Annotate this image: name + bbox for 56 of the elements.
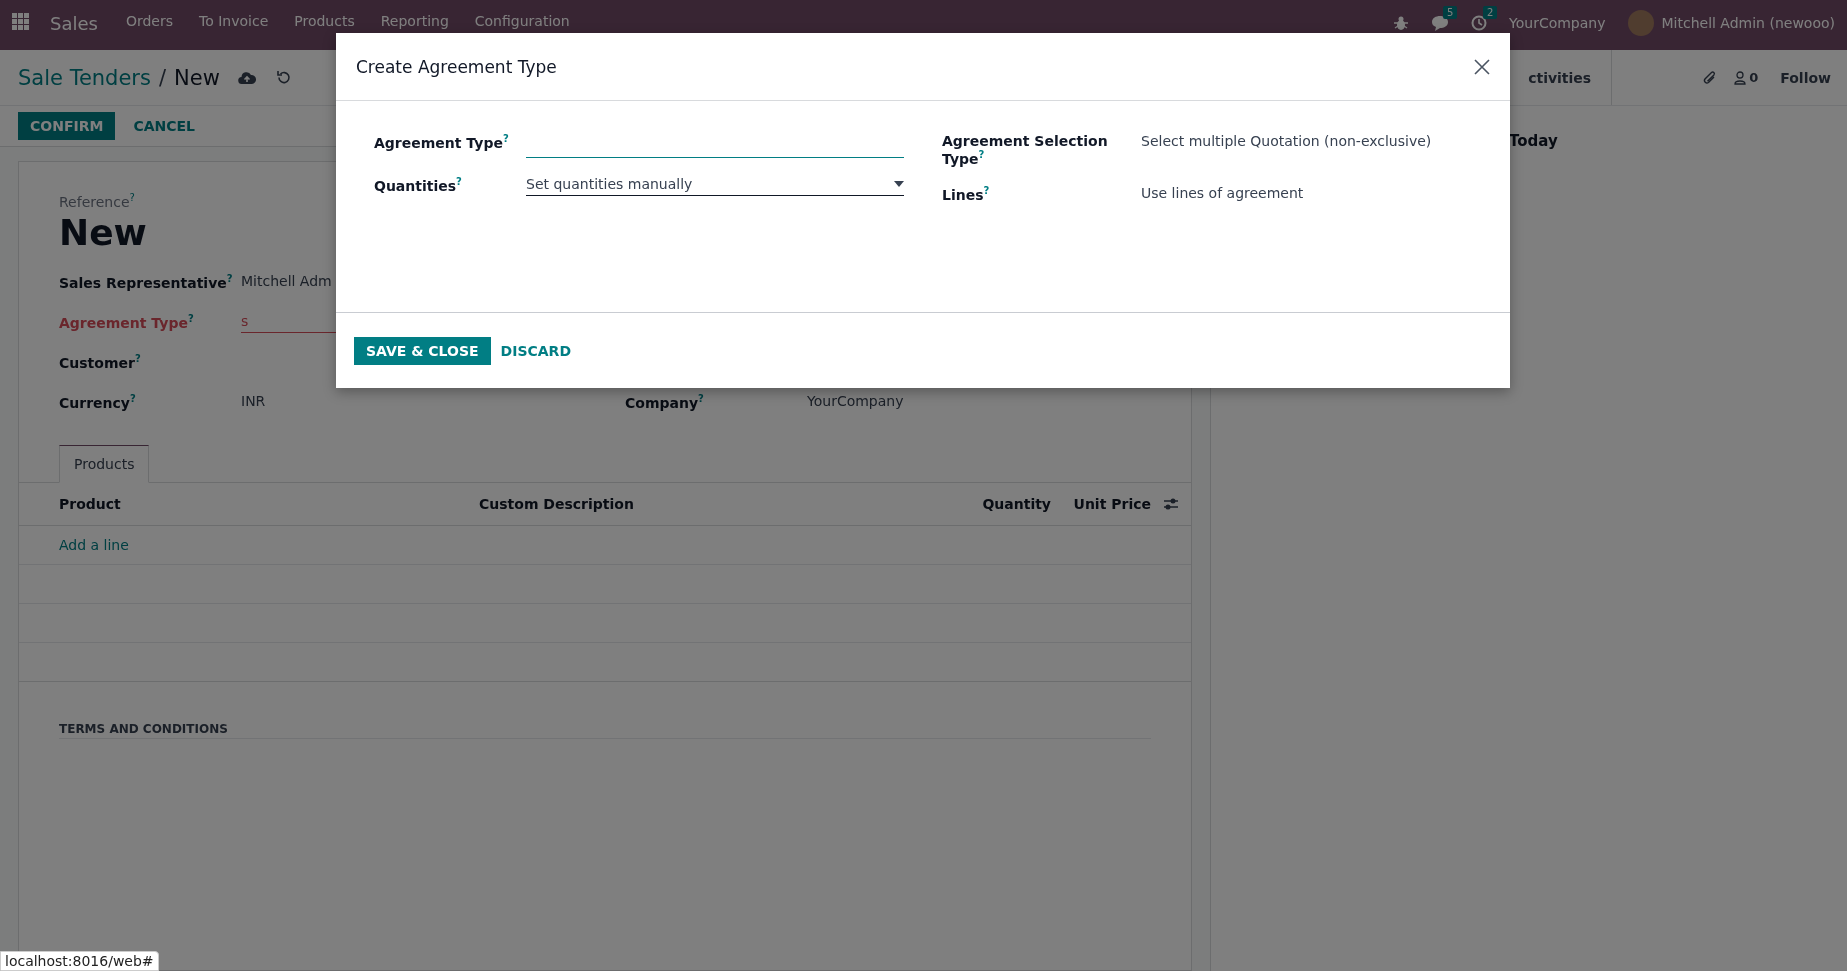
app-name[interactable]: Sales (50, 13, 98, 34)
status-url: localhost:8016/web# (0, 951, 159, 971)
column-header[interactable]: Quantity (931, 495, 1051, 512)
field-value: Select multiple Quotation (non-exclusive) (1141, 133, 1433, 149)
menu-item[interactable]: Products (294, 13, 355, 29)
discard-button[interactable]: DISCARD (498, 336, 573, 365)
menu-item[interactable]: Reporting (380, 13, 449, 29)
cloud-upload-icon[interactable] (237, 70, 256, 85)
menu-item[interactable]: Orders (125, 13, 173, 29)
field-label: Customer$^{?}$ (59, 352, 142, 371)
date-separator: Today (1509, 132, 1558, 150)
field-label: Reference$^{?}$ (59, 192, 135, 210)
undo-icon[interactable] (275, 70, 291, 85)
section-heading: TERMS AND CONDITIONS (59, 721, 1151, 739)
select-field[interactable]: Set quantities manually (526, 176, 904, 196)
menu-item[interactable]: Configuration (474, 13, 570, 29)
follow-button[interactable]: Follow (1780, 69, 1831, 86)
field-label: Agreement Type$^{?}$ (374, 133, 510, 151)
activity-count-badge: 2 (1483, 6, 1498, 19)
dialog-title: Create Agreement Type (356, 56, 557, 77)
field-label: Quantities$^{?}$ (374, 176, 463, 194)
user-menu[interactable]: Mitchell Admin (newooo) (1661, 15, 1835, 31)
save-close-button[interactable]: SAVE & CLOSE (354, 336, 491, 365)
field-label: Sales Representative$^{?}$ (59, 272, 234, 291)
field-label: Currency$^{?}$ (59, 392, 137, 411)
caret-icon[interactable] (894, 181, 904, 187)
column-header[interactable]: Product (59, 495, 479, 512)
company-switcher[interactable]: YourCompany (1509, 15, 1606, 31)
field-label: Agreement Selection Type$^{?}$ (942, 133, 1109, 167)
chat-icon[interactable] (1431, 15, 1449, 31)
activities-button[interactable]: ctivities (1528, 50, 1613, 105)
message-count-badge: 5 (1443, 6, 1458, 19)
field-label: Lines$^{?}$ (942, 184, 991, 203)
bug-icon[interactable] (1393, 15, 1409, 31)
menu-item[interactable]: To Invoice (199, 13, 269, 29)
reference-title: New (59, 211, 148, 253)
field-label: Company$^{?}$ (625, 392, 705, 411)
field-value: Mitchell Adm (241, 272, 333, 291)
close-icon[interactable] (1474, 58, 1490, 75)
clock-icon[interactable] (1471, 15, 1487, 31)
apps-menu-icon[interactable] (12, 13, 30, 31)
cancel-button[interactable]: CANCEL (131, 112, 197, 140)
field-value: Use lines of agreement (1141, 184, 1305, 201)
field-value: INR (241, 392, 267, 411)
field-label: Agreement Type$^{?}$ (59, 312, 195, 331)
breadcrumb-separator: / (158, 65, 167, 90)
tab[interactable]: Products (59, 444, 150, 483)
add-line-link[interactable]: Add a line (59, 536, 129, 553)
followers-button[interactable]: 0 (1734, 70, 1759, 85)
settings-sliders-icon[interactable] (1163, 496, 1179, 511)
confirm-button[interactable]: CONFIRM (18, 112, 116, 140)
breadcrumb-link[interactable]: Sale Tenders (18, 65, 151, 90)
column-header[interactable]: Custom Description (479, 495, 931, 512)
breadcrumb-current: New (174, 65, 220, 90)
column-header[interactable]: Unit Price (1051, 495, 1151, 512)
field-value: YourCompany (807, 392, 905, 411)
